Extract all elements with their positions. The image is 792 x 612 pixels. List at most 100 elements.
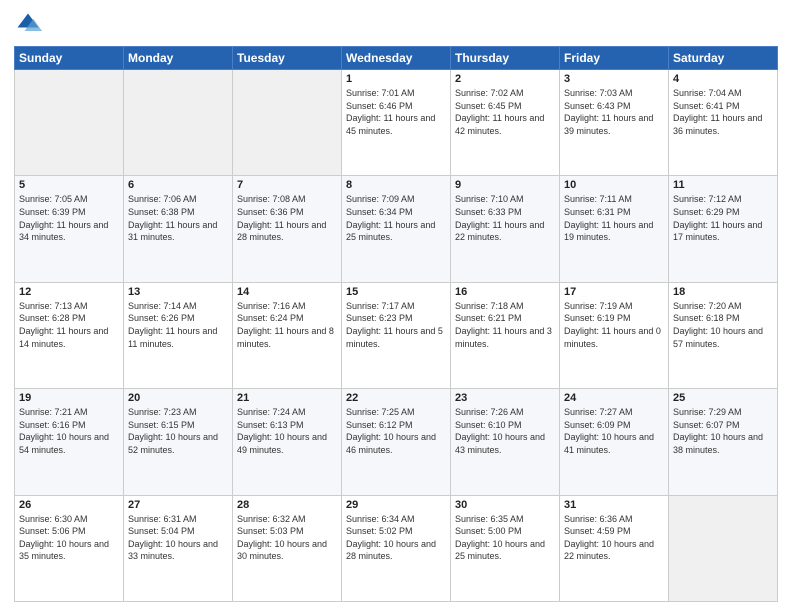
calendar-cell: 7 Sunrise: 7:08 AMSunset: 6:36 PMDaylight… (233, 176, 342, 282)
calendar-cell: 2Sunrise: 7:02 AMSunset: 6:45 PMDaylight… (451, 70, 560, 176)
calendar-week-row: 26 Sunrise: 6:30 AMSunset: 5:06 PMDayligh… (15, 495, 778, 601)
calendar-cell: 9 Sunrise: 7:10 AMSunset: 6:33 PMDaylight… (451, 176, 560, 282)
day-info: Sunrise: 6:36 AMSunset: 4:59 PMDaylight:… (564, 513, 664, 563)
weekday-header: Wednesday (342, 47, 451, 70)
day-info: Sunrise: 7:21 AMSunset: 6:16 PMDaylight:… (19, 406, 119, 456)
day-number: 3 (564, 73, 664, 85)
day-number: 23 (455, 392, 555, 404)
calendar-cell: 1 Sunrise: 7:01 AMSunset: 6:46 PMDaylight… (342, 70, 451, 176)
day-number: 28 (237, 499, 337, 511)
calendar-cell (669, 495, 778, 601)
calendar-table: SundayMondayTuesdayWednesdayThursdayFrid… (14, 46, 778, 602)
weekday-header: Thursday (451, 47, 560, 70)
day-number: 2 (455, 73, 555, 85)
calendar-cell: 24 Sunrise: 7:27 AMSunset: 6:09 PMDayligh… (560, 389, 669, 495)
day-info: Sunrise: 7:11 AMSunset: 6:31 PMDaylight:… (564, 193, 664, 243)
calendar-cell: 4Sunrise: 7:04 AMSunset: 6:41 PMDaylight… (669, 70, 778, 176)
day-number: 12 (19, 286, 119, 298)
day-number: 27 (128, 499, 228, 511)
calendar-cell: 10 Sunrise: 7:11 AMSunset: 6:31 PMDayligh… (560, 176, 669, 282)
day-info: Sunrise: 7:19 AMSunset: 6:19 PMDaylight:… (564, 300, 664, 350)
day-number: 19 (19, 392, 119, 404)
calendar-week-row: 12 Sunrise: 7:13 AMSunset: 6:28 PMDayligh… (15, 282, 778, 388)
day-info: Sunrise: 7:08 AMSunset: 6:36 PMDaylight:… (237, 193, 337, 243)
day-info: Sunrise: 7:14 AMSunset: 6:26 PMDaylight:… (128, 300, 228, 350)
calendar-cell: 17 Sunrise: 7:19 AMSunset: 6:19 PMDayligh… (560, 282, 669, 388)
day-number: 1 (346, 73, 446, 85)
day-info: Sunrise: 6:35 AMSunset: 5:00 PMDaylight:… (455, 513, 555, 563)
day-info: Sunrise: 7:01 AMSunset: 6:46 PMDaylight:… (346, 87, 446, 137)
calendar-cell: 22 Sunrise: 7:25 AMSunset: 6:12 PMDayligh… (342, 389, 451, 495)
day-info: Sunrise: 7:25 AMSunset: 6:12 PMDaylight:… (346, 406, 446, 456)
day-number: 18 (673, 286, 773, 298)
calendar-cell: 3Sunrise: 7:03 AMSunset: 6:43 PMDaylight… (560, 70, 669, 176)
day-number: 29 (346, 499, 446, 511)
calendar-cell: 20 Sunrise: 7:23 AMSunset: 6:15 PMDayligh… (124, 389, 233, 495)
header-row: SundayMondayTuesdayWednesdayThursdayFrid… (15, 47, 778, 70)
day-info: Sunrise: 7:05 AMSunset: 6:39 PMDaylight:… (19, 193, 119, 243)
day-info: Sunrise: 7:13 AMSunset: 6:28 PMDaylight:… (19, 300, 119, 350)
calendar-cell: 30 Sunrise: 6:35 AMSunset: 5:00 PMDayligh… (451, 495, 560, 601)
page: SundayMondayTuesdayWednesdayThursdayFrid… (0, 0, 792, 612)
day-info: Sunrise: 7:18 AMSunset: 6:21 PMDaylight:… (455, 300, 555, 350)
calendar-cell: 6 Sunrise: 7:06 AMSunset: 6:38 PMDaylight… (124, 176, 233, 282)
day-number: 17 (564, 286, 664, 298)
calendar-cell: 23 Sunrise: 7:26 AMSunset: 6:10 PMDayligh… (451, 389, 560, 495)
calendar-cell: 14 Sunrise: 7:16 AMSunset: 6:24 PMDayligh… (233, 282, 342, 388)
calendar-cell: 11 Sunrise: 7:12 AMSunset: 6:29 PMDayligh… (669, 176, 778, 282)
day-info: Sunrise: 7:26 AMSunset: 6:10 PMDaylight:… (455, 406, 555, 456)
day-number: 24 (564, 392, 664, 404)
day-number: 7 (237, 179, 337, 191)
calendar-cell: 31 Sunrise: 6:36 AMSunset: 4:59 PMDayligh… (560, 495, 669, 601)
day-info: Sunrise: 7:27 AMSunset: 6:09 PMDaylight:… (564, 406, 664, 456)
weekday-header: Monday (124, 47, 233, 70)
day-number: 22 (346, 392, 446, 404)
day-info: Sunrise: 7:16 AMSunset: 6:24 PMDaylight:… (237, 300, 337, 350)
day-number: 10 (564, 179, 664, 191)
calendar-cell: 21Sunrise: 7:24 AMSunset: 6:13 PMDayligh… (233, 389, 342, 495)
calendar-cell: 26 Sunrise: 6:30 AMSunset: 5:06 PMDayligh… (15, 495, 124, 601)
calendar-cell: 13 Sunrise: 7:14 AMSunset: 6:26 PMDayligh… (124, 282, 233, 388)
day-info: Sunrise: 7:20 AMSunset: 6:18 PMDaylight:… (673, 300, 773, 350)
day-number: 11 (673, 179, 773, 191)
day-info: Sunrise: 7:17 AMSunset: 6:23 PMDaylight:… (346, 300, 446, 350)
day-number: 5 (19, 179, 119, 191)
day-info: Sunrise: 7:29 AMSunset: 6:07 PMDaylight:… (673, 406, 773, 456)
day-number: 6 (128, 179, 228, 191)
day-number: 14 (237, 286, 337, 298)
day-number: 21 (237, 392, 337, 404)
calendar-cell: 18 Sunrise: 7:20 AMSunset: 6:18 PMDayligh… (669, 282, 778, 388)
day-number: 26 (19, 499, 119, 511)
day-number: 4 (673, 73, 773, 85)
header (14, 10, 778, 38)
calendar-cell: 19 Sunrise: 7:21 AMSunset: 6:16 PMDayligh… (15, 389, 124, 495)
day-number: 31 (564, 499, 664, 511)
calendar-cell: 12 Sunrise: 7:13 AMSunset: 6:28 PMDayligh… (15, 282, 124, 388)
calendar-week-row: 1 Sunrise: 7:01 AMSunset: 6:46 PMDaylight… (15, 70, 778, 176)
weekday-header: Tuesday (233, 47, 342, 70)
day-number: 30 (455, 499, 555, 511)
day-info: Sunrise: 6:34 AMSunset: 5:02 PMDaylight:… (346, 513, 446, 563)
day-info: Sunrise: 7:09 AMSunset: 6:34 PMDaylight:… (346, 193, 446, 243)
day-info: Sunrise: 6:30 AMSunset: 5:06 PMDaylight:… (19, 513, 119, 563)
day-number: 8 (346, 179, 446, 191)
calendar-cell: 28Sunrise: 6:32 AMSunset: 5:03 PMDayligh… (233, 495, 342, 601)
calendar-cell: 27 Sunrise: 6:31 AMSunset: 5:04 PMDayligh… (124, 495, 233, 601)
calendar-week-row: 19 Sunrise: 7:21 AMSunset: 6:16 PMDayligh… (15, 389, 778, 495)
day-number: 9 (455, 179, 555, 191)
day-number: 13 (128, 286, 228, 298)
day-number: 15 (346, 286, 446, 298)
day-info: Sunrise: 7:06 AMSunset: 6:38 PMDaylight:… (128, 193, 228, 243)
day-info: Sunrise: 7:12 AMSunset: 6:29 PMDaylight:… (673, 193, 773, 243)
day-info: Sunrise: 6:31 AMSunset: 5:04 PMDaylight:… (128, 513, 228, 563)
calendar-cell: 29 Sunrise: 6:34 AMSunset: 5:02 PMDayligh… (342, 495, 451, 601)
day-info: Sunrise: 7:23 AMSunset: 6:15 PMDaylight:… (128, 406, 228, 456)
day-info: Sunrise: 7:10 AMSunset: 6:33 PMDaylight:… (455, 193, 555, 243)
weekday-header: Sunday (15, 47, 124, 70)
logo (14, 10, 46, 38)
calendar-cell: 25Sunrise: 7:29 AMSunset: 6:07 PMDayligh… (669, 389, 778, 495)
calendar-cell: 5 Sunrise: 7:05 AMSunset: 6:39 PMDaylight… (15, 176, 124, 282)
weekday-header: Friday (560, 47, 669, 70)
day-number: 20 (128, 392, 228, 404)
weekday-header: Saturday (669, 47, 778, 70)
